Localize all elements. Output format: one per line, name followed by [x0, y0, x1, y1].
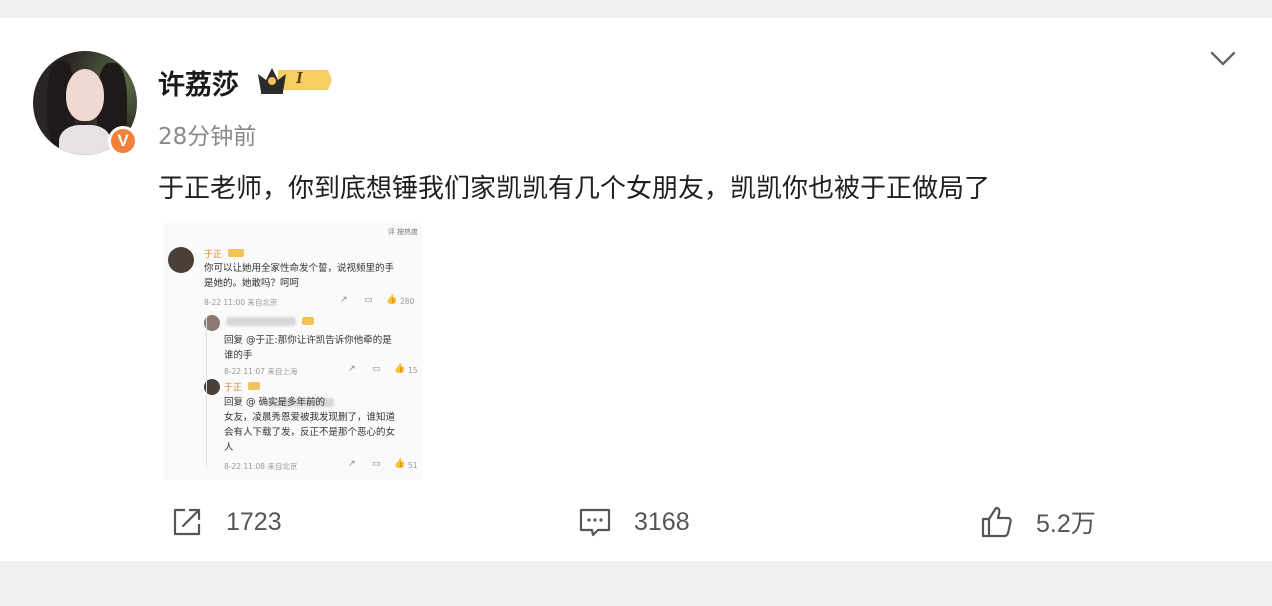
level-badge-icon [302, 317, 314, 325]
share-icon: ↗ [348, 459, 356, 469]
chevron-down-icon[interactable] [1208, 46, 1238, 70]
comment-meta: 8-22 11:08 来自北京 [224, 462, 298, 471]
verified-badge-icon: V [108, 126, 138, 156]
comment-text-line: 会有人下载了发，反正不是那个恶心的女 [224, 427, 396, 438]
repost-button[interactable]: 1723 [170, 500, 282, 544]
share-icon: ↗ [348, 364, 356, 374]
repost-count: 1723 [226, 507, 282, 536]
comment-meta: 8-22 11:00 来自北京 [204, 298, 278, 307]
level-badge-icon [248, 382, 260, 390]
thumbs-up-icon [981, 506, 1012, 538]
image-sort-tag: 评 按热度 [387, 228, 418, 236]
comment-icon: ▭ [372, 364, 381, 374]
comment-text-line: 女友，凌晨秀恩爱被我发现删了，谁知道 [224, 412, 396, 423]
comment-text-line: 是她的。她敢吗？呵呵 [204, 278, 300, 289]
thread-line [206, 317, 207, 467]
comment-author: 于正 [204, 250, 223, 260]
comment-icon: ▭ [364, 295, 373, 305]
share-icon [173, 508, 201, 536]
comment-likes: 280 [400, 297, 415, 306]
comment-text-line: 谁的手 [224, 350, 253, 361]
comment-text-line: 回复 @ 确实是多年前的 [224, 397, 326, 408]
thumbs-up-icon: 👍 [386, 295, 398, 305]
like-count: 5.2万 [1036, 510, 1096, 538]
action-bar: 1723 3168 5.2万 [0, 500, 1272, 544]
comment-text-line: 回复 @于正:那你让许凯告诉你他牵的是 [224, 335, 392, 346]
comment-button[interactable]: 3168 [578, 500, 690, 544]
comment-avatar [168, 247, 194, 273]
feed-gap [0, 583, 1272, 606]
comment-meta: 8-22 11:07 来自上海 [224, 367, 298, 376]
comment-text-line: 你可以让她用全家性命发个誓，说视频里的手 [204, 263, 395, 274]
post-time: 28分钟前 [158, 124, 257, 150]
thumbs-up-icon: 👍 [394, 364, 406, 374]
comment-likes: 51 [408, 461, 418, 470]
level-badge-icon [228, 249, 244, 257]
share-icon: ↗ [340, 295, 348, 305]
level-label: I [296, 68, 303, 87]
blurred-name [226, 317, 296, 326]
comment-text-line: 人 [224, 442, 234, 453]
comment-likes: 15 [408, 366, 418, 375]
comment-icon [579, 508, 611, 537]
username[interactable]: 许荔莎 [158, 63, 239, 102]
thumbs-up-icon: 👍 [394, 459, 406, 469]
post-image[interactable]: 评 按热度 于正 你可以让她用全家性命发个誓，说视频里的手 是她的。她敢吗？呵呵… [164, 223, 422, 480]
comment-icon: ▭ [372, 459, 381, 469]
post-text: 于正老师，你到底想锤我们家凯凯有几个女朋友，凯凯你也被于正做局了 [158, 174, 991, 204]
comment-author: 于正 [224, 383, 243, 393]
comment-count: 3168 [634, 507, 690, 536]
vip-crown-icon [258, 68, 332, 94]
like-button[interactable]: 5.2万 [980, 500, 1096, 544]
